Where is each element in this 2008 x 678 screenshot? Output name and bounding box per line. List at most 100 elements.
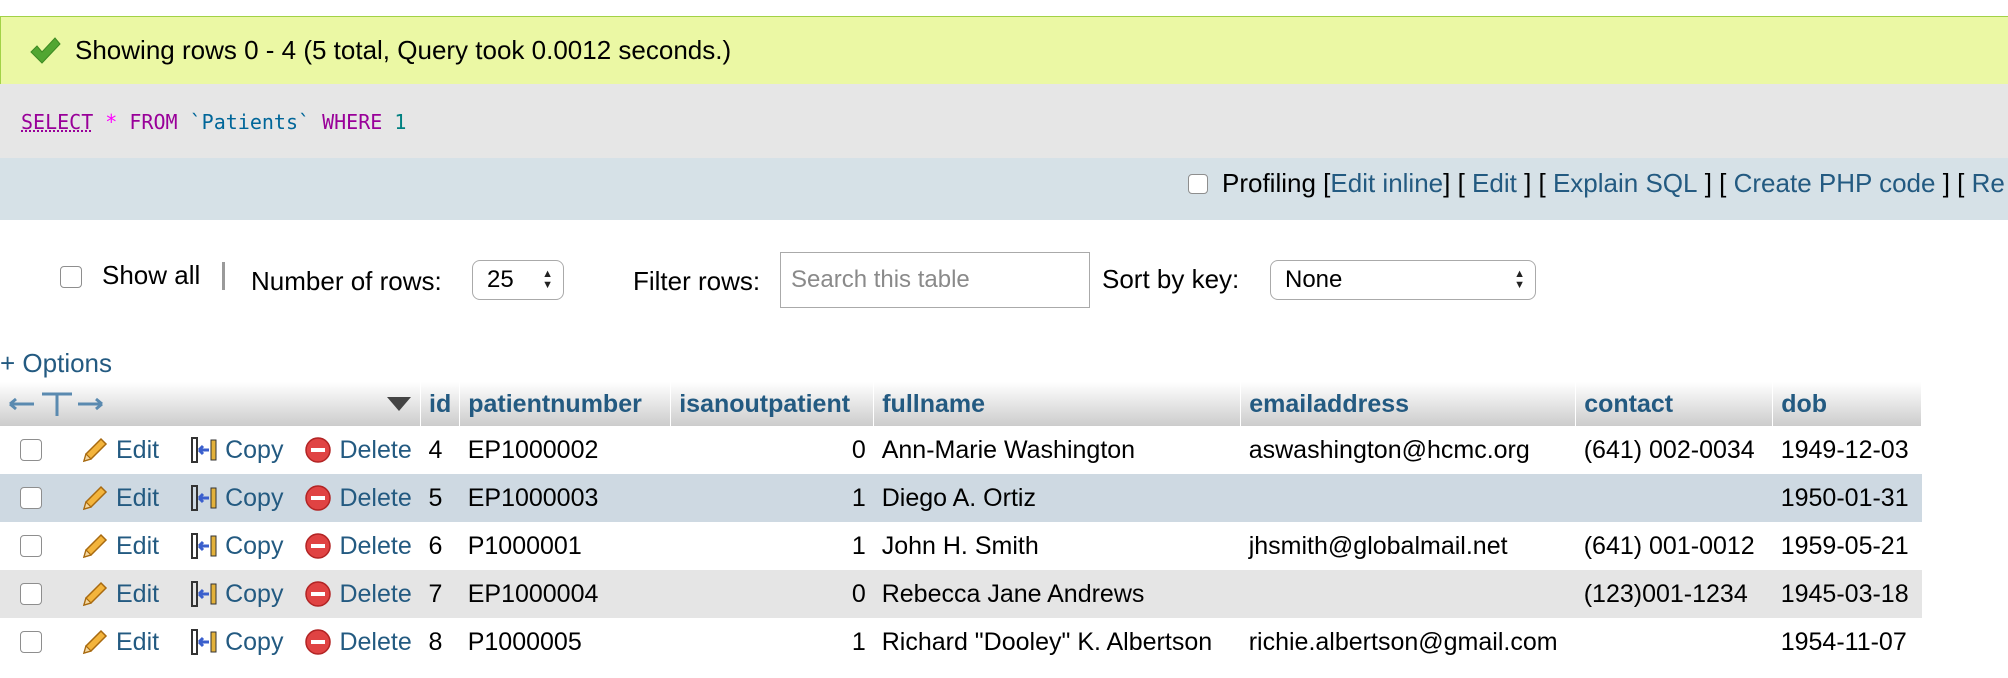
- options-link[interactable]: + Options: [0, 348, 112, 379]
- filter-placeholder: Search this table: [791, 266, 970, 293]
- sql-select[interactable]: SELECT: [21, 110, 93, 134]
- cell-emailaddress: [1240, 474, 1576, 522]
- results-table: id patientnumber isanoutpatient fullname…: [0, 382, 1923, 666]
- cell-id: 4: [420, 426, 460, 474]
- row-delete-button[interactable]: Delete: [303, 435, 412, 465]
- row-checkbox[interactable]: [20, 439, 42, 461]
- row-copy-button[interactable]: Copy: [189, 627, 283, 657]
- sql-table: `Patients`: [189, 110, 311, 134]
- select-arrows-icon: ▲ ▼: [542, 268, 553, 291]
- row-edit-button[interactable]: Edit: [80, 579, 159, 609]
- column-resize-icon[interactable]: [8, 390, 104, 418]
- row-copy-button[interactable]: Copy: [189, 435, 283, 465]
- table-row[interactable]: Edit Copy Delete: [0, 618, 1922, 666]
- edit-link[interactable]: Edit: [1472, 168, 1517, 199]
- cell-dob: 1959-05-21: [1772, 522, 1922, 570]
- create-php-code-link[interactable]: Create PHP code: [1734, 168, 1936, 199]
- pencil-icon: [82, 629, 108, 655]
- column-header-isanoutpatient[interactable]: isanoutpatient: [670, 382, 875, 426]
- row-copy-label: Copy: [225, 531, 284, 560]
- row-edit-label: Edit: [116, 531, 160, 560]
- pencil-icon: [82, 485, 108, 511]
- cell-id: 5: [420, 474, 460, 522]
- cell-isanoutpatient: 1: [670, 474, 874, 522]
- cell-emailaddress: aswashington@hcmc.org: [1240, 426, 1576, 474]
- row-actions: Edit Copy Delete: [0, 474, 421, 522]
- row-delete-button[interactable]: Delete: [303, 531, 412, 561]
- cell-contact: [1575, 618, 1773, 666]
- delete-icon: [305, 629, 332, 655]
- sort-select[interactable]: None ▲ ▼: [1270, 260, 1536, 300]
- cell-dob: 1945-03-18: [1772, 570, 1922, 618]
- column-header-contact[interactable]: contact: [1575, 382, 1774, 426]
- show-all-label: Show all: [102, 260, 201, 290]
- checkmark-icon: [30, 36, 61, 64]
- select-arrows-icon: ▲ ▼: [1514, 268, 1525, 291]
- column-header-emailaddress[interactable]: emailaddress: [1240, 382, 1577, 426]
- refresh-link[interactable]: Re: [1972, 168, 2005, 199]
- row-actions: Edit Copy Delete: [0, 570, 421, 618]
- row-delete-label: Delete: [339, 435, 412, 464]
- cell-patientnumber: EP1000003: [459, 474, 671, 522]
- row-edit-button[interactable]: Edit: [80, 435, 159, 465]
- table-row[interactable]: Edit Copy Delete: [0, 426, 1922, 474]
- row-delete-button[interactable]: Delete: [303, 579, 412, 609]
- rows-select-value: 25: [487, 266, 514, 293]
- column-header-dob[interactable]: dob: [1772, 382, 1923, 426]
- row-copy-button[interactable]: Copy: [189, 579, 283, 609]
- table-row[interactable]: Edit Copy Delete: [0, 570, 1922, 618]
- sql-star: *: [105, 110, 118, 134]
- row-checkbox[interactable]: [20, 631, 42, 653]
- row-delete-label: Delete: [339, 579, 412, 608]
- cell-id: 6: [420, 522, 460, 570]
- show-all-checkbox[interactable]: [60, 266, 82, 288]
- row-delete-button[interactable]: Delete: [303, 627, 412, 657]
- column-header-id[interactable]: id: [420, 382, 461, 426]
- delete-icon: [305, 437, 332, 463]
- row-copy-button[interactable]: Copy: [189, 483, 283, 513]
- filter-input[interactable]: Search this table: [780, 252, 1090, 308]
- separator: [222, 262, 225, 290]
- row-copy-label: Copy: [225, 579, 284, 608]
- profiling-checkbox[interactable]: [1188, 173, 1208, 194]
- column-header-patientnumber[interactable]: patientnumber: [459, 382, 672, 426]
- sort-select-value: None: [1285, 266, 1343, 293]
- rows-select[interactable]: 25 ▲ ▼: [472, 260, 564, 300]
- row-checkbox[interactable]: [20, 487, 42, 509]
- copy-icon: [191, 437, 217, 463]
- cell-id: 7: [420, 570, 460, 618]
- table-header-row: id patientnumber isanoutpatient fullname…: [0, 382, 1923, 426]
- cell-fullname: Diego A. Ortiz: [873, 474, 1241, 522]
- cell-fullname: John H. Smith: [873, 522, 1241, 570]
- row-delete-label: Delete: [339, 627, 412, 656]
- cell-dob: 1949-12-03: [1772, 426, 1922, 474]
- success-text: Showing rows 0 - 4 (5 total, Query took …: [75, 35, 732, 65]
- row-checkbox[interactable]: [20, 535, 42, 557]
- delete-icon: [305, 485, 332, 511]
- cell-contact: (641) 002-0034: [1575, 426, 1773, 474]
- row-edit-button[interactable]: Edit: [80, 483, 159, 513]
- table-row[interactable]: Edit Copy Delete: [0, 522, 1922, 570]
- sql-value: 1: [394, 110, 407, 134]
- row-copy-button[interactable]: Copy: [189, 531, 283, 561]
- cell-isanoutpatient: 0: [670, 426, 874, 474]
- copy-icon: [191, 581, 217, 607]
- edit-inline-link[interactable]: Edit inline: [1330, 168, 1443, 199]
- profiling-label: Profiling: [1222, 168, 1316, 198]
- column-dropdown-icon[interactable]: [386, 395, 412, 413]
- cell-contact: (641) 001-0012: [1575, 522, 1773, 570]
- row-delete-button[interactable]: Delete: [303, 483, 412, 513]
- row-edit-button[interactable]: Edit: [80, 531, 159, 561]
- cell-patientnumber: EP1000004: [459, 570, 671, 618]
- row-delete-label: Delete: [339, 483, 412, 512]
- row-delete-label: Delete: [339, 531, 412, 560]
- row-copy-label: Copy: [225, 627, 284, 656]
- row-edit-button[interactable]: Edit: [80, 627, 159, 657]
- explain-sql-link[interactable]: Explain SQL: [1553, 168, 1698, 199]
- table-row[interactable]: Edit Copy Delete: [0, 474, 1922, 522]
- pencil-icon: [82, 533, 108, 559]
- row-checkbox[interactable]: [20, 583, 42, 605]
- row-actions: Edit Copy Delete: [0, 618, 421, 666]
- cell-contact: (123)001-1234: [1575, 570, 1773, 618]
- column-header-fullname[interactable]: fullname: [873, 382, 1242, 426]
